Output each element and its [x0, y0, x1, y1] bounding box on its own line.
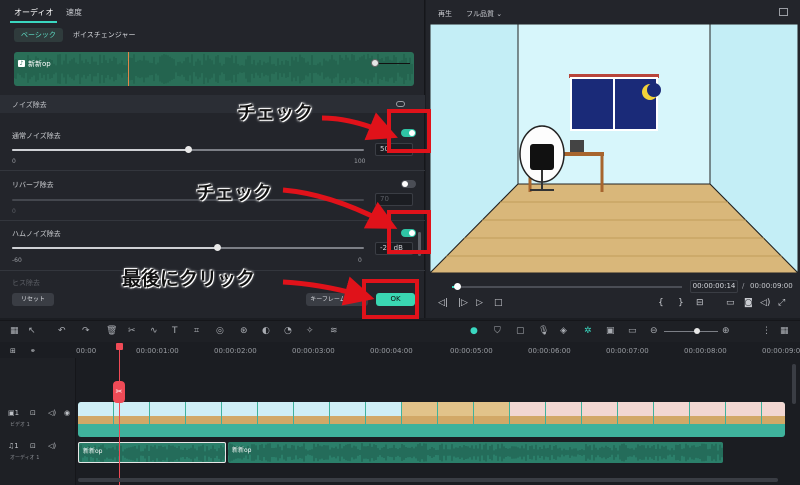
arrow-1: [321, 112, 398, 141]
arrow-3: [282, 276, 375, 306]
arrow-2: [282, 187, 398, 229]
annotation-arrows: [282, 112, 398, 306]
